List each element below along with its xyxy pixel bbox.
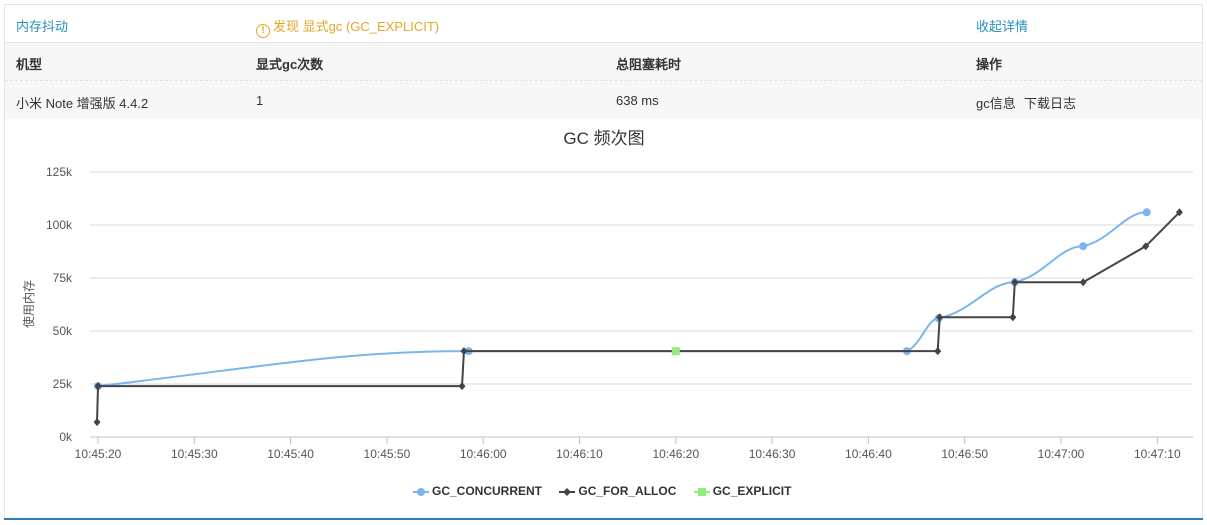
legend-square-icon [693,487,710,496]
data-point-concurrent [1142,208,1151,217]
x-tick-label: 10:45:20 [75,447,122,461]
legend-diamond-icon [559,487,576,496]
card-bottom-accent [4,518,1203,520]
legend-item-gc-concurrent[interactable]: GC_CONCURRENT [413,484,542,498]
series-line-gc_for_alloc [96,211,1181,423]
x-tick-label: 10:46:50 [941,447,988,461]
x-tick-label: 10:46:10 [556,447,603,461]
x-tick-label: 10:45:50 [364,447,411,461]
x-tick-label: 10:46:20 [652,447,699,461]
legend-label: GC_CONCURRENT [432,484,543,498]
data-point-for-alloc [1079,278,1087,287]
legend-item-gc-explicit[interactable]: GC_EXPLICIT [693,484,792,498]
x-tick-label: 10:45:30 [171,447,218,461]
series-line-gc_concurrent [97,211,1147,388]
y-tick-label: 125k [46,165,73,179]
y-tick-label: 25k [53,377,73,391]
data-point-explicit [671,347,680,356]
y-tick-label: 100k [46,218,73,232]
x-tick-label: 10:46:30 [749,447,796,461]
x-tick-label: 10:47:00 [1038,447,1085,461]
y-tick-label: 75k [53,271,73,285]
grid-layer [90,171,1193,438]
data-point-for-alloc [458,382,466,391]
data-point-for-alloc [934,347,942,356]
legend-label: GC_EXPLICIT [712,484,792,498]
axis-layer: 0k 25k 50k 75k 100k 125k 10:45:20 10:45:30 10:45… [46,165,1181,461]
chart-title: GC 频次图 [563,129,644,148]
data-point-for-alloc [93,418,101,427]
x-tick-label: 10:47:10 [1134,447,1181,461]
gc-frequency-chart: GC 频次图 使用内存 0k 25k 50k 75k 100k 125k 10:45:20 1… [21,129,1193,461]
y-axis-label: 使用内存 [21,280,36,328]
data-point-concurrent [1079,242,1088,251]
y-tick-label: 50k [53,324,73,338]
x-tick-label: 10:45:40 [267,447,314,461]
data-point-for-alloc [1009,313,1017,322]
x-tick-label: 10:46:40 [845,447,892,461]
y-tick-label: 0k [59,430,73,444]
legend-label: GC_FOR_ALLOC [578,484,677,498]
x-tick-label: 10:46:00 [460,447,507,461]
legend-item-gc-for-alloc[interactable]: GC_FOR_ALLOC [559,484,676,498]
legend-circle-icon [413,487,429,496]
series-layer [93,208,1183,427]
chart-legend: GC_CONCURRENT GC_FOR_ALLOC GC_EXPLICIT [413,484,805,498]
